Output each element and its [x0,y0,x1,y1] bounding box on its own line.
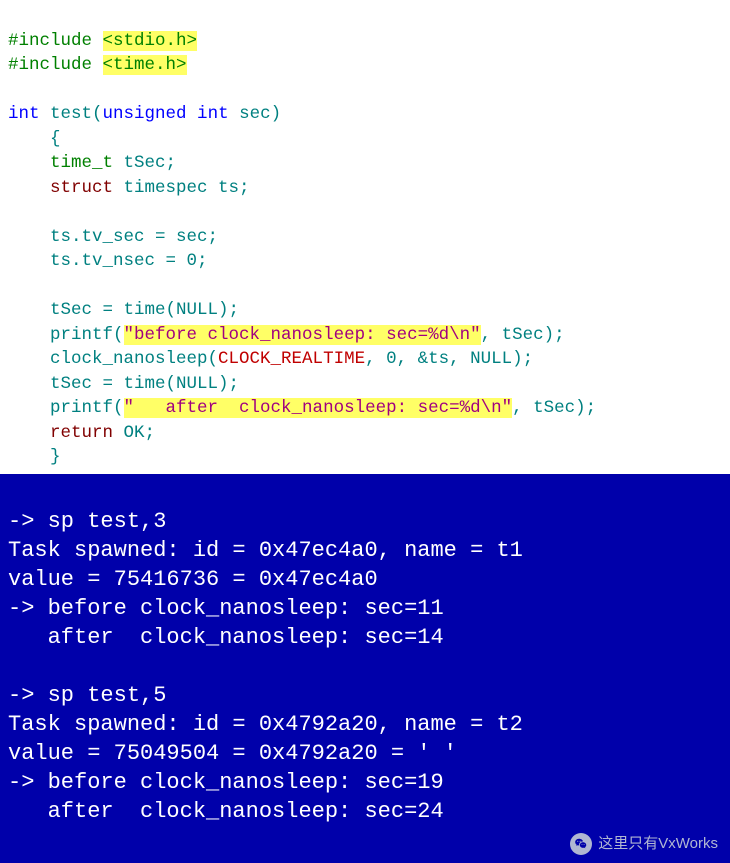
stmt: ts.tv_nsec = [8,251,187,271]
preproc-include: #include [8,55,103,75]
printf-str: "before clock_nanosleep: sec=%d\n" [124,325,481,345]
watermark: 这里只有VxWorks [570,833,718,855]
kw-return: return [8,423,113,443]
term-line: after clock_nanosleep: sec=14 [8,625,444,650]
brace-close: } [8,447,61,467]
term-line: -> before clock_nanosleep: sec=11 [8,596,444,621]
clock-realtime: CLOCK_REALTIME [218,349,365,369]
kw-struct: struct [8,178,113,198]
printf-args: , tSec); [481,325,565,345]
stmt: tSec = time(NULL); [8,300,239,320]
var-tsec: tSec; [113,153,176,173]
term-line: after clock_nanosleep: sec=24 [8,799,444,824]
term-line: Task spawned: id = 0x47ec4a0, name = t1 [8,538,523,563]
type-timespec: timespec [113,178,208,198]
type-time-t: time_t [8,153,113,173]
header-time: <time.h> [103,55,187,75]
term-line: -> sp test,5 [8,683,166,708]
paren: ( [92,104,103,124]
kw-unsigned-int: unsigned int [103,104,229,124]
term-line: -> before clock_nanosleep: sec=19 [8,770,444,795]
args-rest: , &ts, NULL); [397,349,534,369]
comma: , [365,349,386,369]
literal-zero: 0 [187,251,198,271]
param-sec: sec [229,104,271,124]
preproc-include: #include [8,31,103,51]
stmt: ts.tv_sec = sec; [8,227,218,247]
stmt: tSec = time(NULL); [8,374,239,394]
semicolon: ; [197,251,208,271]
printf-call: printf( [8,398,124,418]
brace-open: { [8,129,61,149]
header-stdio: <stdio.h> [103,31,198,51]
watermark-text: 这里只有VxWorks [598,834,718,854]
term-line: Task spawned: id = 0x4792a20, name = t2 [8,712,523,737]
kw-int: int [8,104,40,124]
code-editor-pane: #include <stdio.h> #include <time.h> int… [0,0,730,474]
printf-str: " after clock_nanosleep: sec=%d\n" [124,398,513,418]
terminal-pane: -> sp test,3 Task spawned: id = 0x47ec4a… [0,474,730,863]
term-line: value = 75416736 = 0x47ec4a0 [8,567,378,592]
literal-zero: 0 [386,349,397,369]
var-ts: ts; [208,178,250,198]
term-line: value = 75049504 = 0x4792a20 = ' ' [8,741,457,766]
wechat-icon [570,833,592,855]
paren: ) [271,104,282,124]
fn-name: test [40,104,93,124]
printf-args: , tSec); [512,398,596,418]
printf-call: printf( [8,325,124,345]
clock-nanosleep-call: clock_nanosleep( [8,349,218,369]
return-ok: OK; [113,423,155,443]
term-line: -> sp test,3 [8,509,166,534]
